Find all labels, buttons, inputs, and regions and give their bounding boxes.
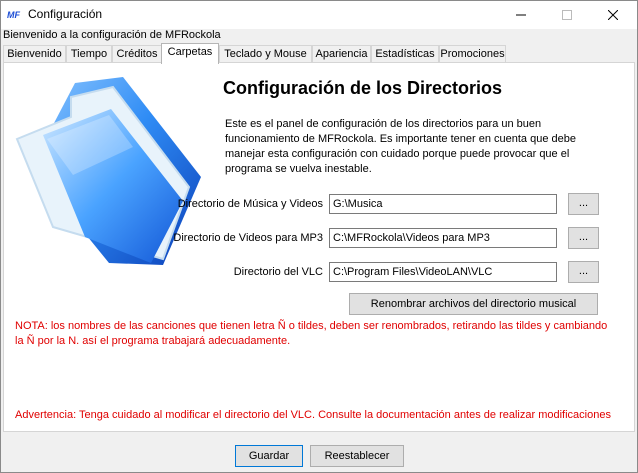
maximize-button[interactable] (544, 1, 590, 29)
tab-promociones[interactable]: Promociones (439, 45, 506, 62)
maximize-icon (562, 10, 572, 20)
note-text: NOTA: los nombres de las canciones que t… (15, 320, 608, 347)
close-button[interactable] (590, 1, 636, 29)
tab-teclado-mouse[interactable]: Teclado y Mouse (219, 45, 312, 62)
music-dir-label: Directorio de Música y Videos (177, 198, 323, 210)
vlc-dir-label: Directorio del VLC (233, 266, 323, 278)
title-bar: MF Configuración (1, 1, 637, 29)
welcome-subtitle: Bienvenido a la configuración de MFRocko… (3, 29, 221, 41)
config-window: MF Configuración Bienvenido a la configu… (0, 0, 638, 473)
reset-button[interactable]: Reestablecer (310, 445, 404, 467)
app-logo-icon: MF (7, 10, 20, 19)
minimize-icon (516, 14, 526, 16)
tab-creditos[interactable]: Créditos (112, 45, 162, 62)
music-dir-input[interactable]: G:\Musica (329, 194, 557, 214)
window-title: Configuración (28, 7, 103, 21)
vlc-dir-input[interactable]: C:\Program Files\VideoLAN\VLC (329, 262, 557, 282)
tab-estadisticas[interactable]: Estadísticas (371, 45, 439, 62)
mp3-video-dir-input[interactable]: C:\MFRockola\Videos para MP3 (329, 228, 557, 248)
minimize-button[interactable] (498, 1, 544, 29)
rename-files-button[interactable]: Renombrar archivos del directorio musica… (349, 293, 598, 315)
tab-bienvenido[interactable]: Bienvenido (3, 45, 66, 62)
page-heading: Configuración de los Directorios (223, 78, 503, 98)
music-dir-browse-button[interactable]: ... (568, 193, 599, 215)
tab-apariencia[interactable]: Apariencia (312, 45, 371, 62)
tab-tiempo[interactable]: Tiempo (66, 45, 112, 62)
mp3-video-dir-label: Directorio de Videos para MP3 (173, 232, 323, 244)
description-text: Este es el panel de configuración de los… (225, 118, 576, 175)
vlc-dir-browse-button[interactable]: ... (568, 261, 599, 283)
close-icon (608, 10, 618, 20)
mp3-video-dir-browse-button[interactable]: ... (568, 227, 599, 249)
warning-text: Advertencia: Tenga cuidado al modificar … (15, 409, 611, 421)
save-button[interactable]: Guardar (235, 445, 303, 467)
tab-carpetas[interactable]: Carpetas (161, 43, 219, 64)
svg-text:MF: MF (7, 10, 20, 19)
